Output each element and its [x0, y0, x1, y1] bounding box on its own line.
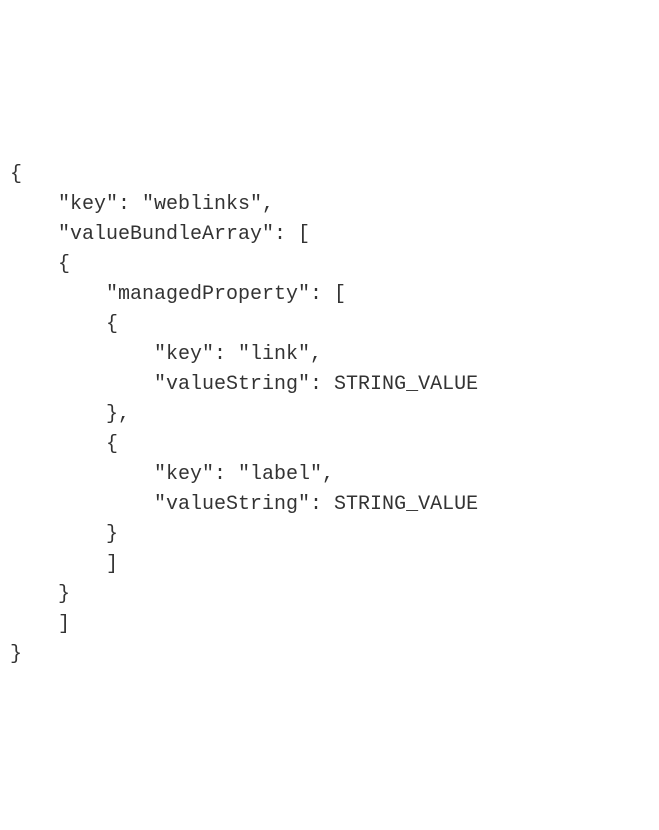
code-snippet: { "key": "weblinks", "valueBundleArray":… — [10, 130, 649, 670]
code-line: "key": "weblinks", — [10, 193, 274, 216]
code-line: } — [10, 583, 70, 606]
code-line: { — [10, 433, 118, 456]
code-line: "key": "label", — [10, 463, 334, 486]
code-line: } — [10, 643, 22, 666]
code-line: ] — [10, 613, 70, 636]
code-line: "valueString": STRING_VALUE — [10, 493, 478, 516]
code-line: { — [10, 253, 70, 276]
code-line: } — [10, 523, 118, 546]
code-line: { — [10, 163, 22, 186]
code-line: "valueBundleArray": [ — [10, 223, 310, 246]
code-line: { — [10, 313, 118, 336]
code-line: "managedProperty": [ — [10, 283, 346, 306]
code-line: }, — [10, 403, 130, 426]
code-line: "key": "link", — [10, 343, 322, 366]
code-line: ] — [10, 553, 118, 576]
code-line: "valueString": STRING_VALUE — [10, 373, 478, 396]
